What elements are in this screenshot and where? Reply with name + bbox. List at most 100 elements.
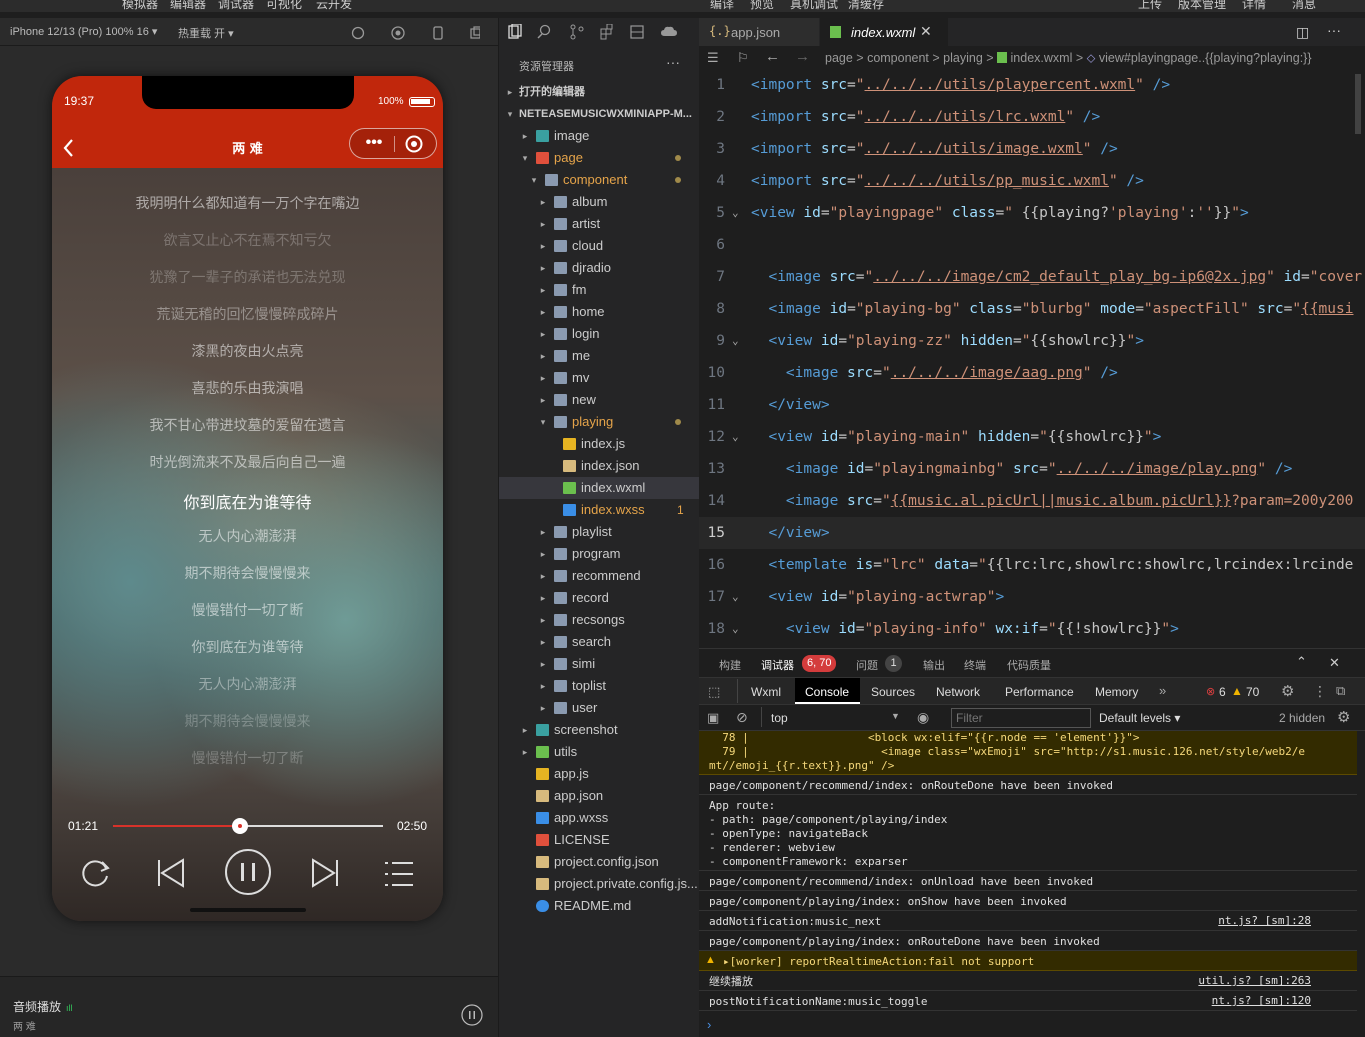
tree-item[interactable]: app.js bbox=[499, 763, 700, 785]
chevron-right-icon[interactable]: ▸ bbox=[538, 257, 548, 279]
refresh-icon[interactable] bbox=[351, 26, 365, 40]
tab-memory[interactable]: Memory bbox=[1095, 685, 1138, 699]
tab-wxml[interactable]: Wxml bbox=[751, 685, 781, 699]
console-entry[interactable]: page/component/recommend/index: onUnload… bbox=[699, 871, 1357, 891]
console-entry[interactable]: page/component/playing/index: onShow hav… bbox=[699, 891, 1357, 911]
source-control-icon[interactable] bbox=[570, 24, 584, 40]
code-line[interactable]: 4 <import src="../../../utils/pp_music.wx… bbox=[699, 165, 1365, 197]
previous-icon[interactable] bbox=[156, 857, 186, 889]
tree-item[interactable]: README.md bbox=[499, 895, 700, 917]
tab-network[interactable]: Network bbox=[936, 685, 980, 699]
fold-chevron-icon[interactable]: ⌄ bbox=[732, 613, 739, 645]
code-line[interactable]: 9 ⌄ <view id="playing-zz" hidden="{{showl… bbox=[699, 325, 1365, 357]
tab-performance[interactable]: Performance bbox=[1005, 685, 1074, 699]
menu-item[interactable]: 可视化 bbox=[266, 0, 302, 12]
close-tab-icon[interactable]: ✕ bbox=[920, 23, 932, 40]
log-levels-select[interactable]: Default levels ▾ bbox=[1099, 711, 1180, 725]
code-line[interactable]: 5 ⌄ <view id="playingpage" class=" {{playi… bbox=[699, 197, 1365, 229]
console-entry[interactable]: 继续播放 util.js? [sm]:263 bbox=[699, 971, 1357, 991]
menu-item[interactable]: 模拟器 bbox=[122, 0, 158, 12]
code-line[interactable]: 17 ⌄ <view id="playing-actwrap"> bbox=[699, 581, 1365, 613]
repeat-icon[interactable] bbox=[78, 856, 112, 890]
explorer-more-icon[interactable]: ··· bbox=[666, 54, 680, 70]
extensions-icon[interactable] bbox=[600, 24, 613, 40]
fold-chevron-icon[interactable]: ⌄ bbox=[732, 581, 739, 613]
files-icon[interactable] bbox=[508, 24, 522, 39]
next-icon[interactable] bbox=[310, 857, 340, 889]
tree-item[interactable]: ▸ recommend bbox=[499, 565, 700, 587]
close-panel-icon[interactable]: ✕ bbox=[1329, 655, 1340, 671]
tree-item[interactable]: ▸ user bbox=[499, 697, 700, 719]
context-select[interactable]: top bbox=[771, 711, 788, 725]
chevron-right-icon[interactable]: ▸ bbox=[538, 521, 548, 543]
code-line[interactable]: 7 <image src="../../../image/cm2_default… bbox=[699, 261, 1365, 293]
tree-item[interactable]: app.wxss bbox=[499, 807, 700, 829]
chevron-right-icon[interactable]: ▸ bbox=[538, 653, 548, 675]
tree-item[interactable]: app.json bbox=[499, 785, 700, 807]
tree-item[interactable]: ▸ new bbox=[499, 389, 700, 411]
code-line[interactable]: 14 <image src="{{music.al.picUrl||music.… bbox=[699, 485, 1365, 517]
chevron-right-icon[interactable]: ▸ bbox=[520, 741, 530, 763]
tab-code-quality[interactable]: 代码质量 bbox=[1007, 657, 1051, 673]
close-miniprogram-icon[interactable] bbox=[404, 134, 424, 154]
chevron-right-icon[interactable]: ▸ bbox=[520, 719, 530, 741]
tree-item[interactable]: ▾ playing bbox=[499, 411, 700, 433]
chevron-right-icon[interactable]: ▸ bbox=[538, 631, 548, 653]
clear-console-icon[interactable]: ⊘ bbox=[736, 709, 748, 726]
tab-output[interactable]: 输出 bbox=[923, 657, 945, 673]
tree-item[interactable]: ▸ screenshot bbox=[499, 719, 700, 741]
console-entry[interactable]: 78 | <block wx:elif="{{r.node == 'elemen… bbox=[699, 731, 1357, 775]
settings-icon[interactable]: ⚙ bbox=[1281, 682, 1294, 700]
tree-item[interactable]: ▸ artist bbox=[499, 213, 700, 235]
tree-item[interactable]: ▸ toplist bbox=[499, 675, 700, 697]
search-icon[interactable] bbox=[537, 24, 551, 39]
breadcrumb-item[interactable]: index.wxml bbox=[1011, 51, 1073, 65]
storage-icon[interactable] bbox=[630, 25, 644, 39]
tab-debugger[interactable]: 调试器 bbox=[761, 657, 794, 673]
code-line[interactable]: 12 ⌄ <view id="playing-main" hidden="{{sh… bbox=[699, 421, 1365, 453]
split-editor-icon[interactable]: ◫ bbox=[1296, 24, 1309, 41]
source-link[interactable]: nt.js? [sm]:28 bbox=[1218, 914, 1311, 927]
tree-item[interactable]: ▾ component bbox=[499, 169, 700, 191]
tree-item[interactable]: ▾ page bbox=[499, 147, 700, 169]
menu-item[interactable]: 版本管理 bbox=[1178, 0, 1226, 12]
chevron-right-icon[interactable]: ▸ bbox=[538, 213, 548, 235]
scrollbar[interactable] bbox=[1355, 74, 1361, 134]
tree-item[interactable]: index.wxss 1 bbox=[499, 499, 700, 521]
tree-item[interactable]: ▸ mv bbox=[499, 367, 700, 389]
fold-chevron-icon[interactable]: ⌄ bbox=[732, 421, 739, 453]
device-selector[interactable]: iPhone 12/13 (Pro) 100% 16 ▾ bbox=[10, 25, 157, 38]
menu-item[interactable]: 调试器 bbox=[218, 0, 254, 12]
chevron-right-icon[interactable]: ▸ bbox=[538, 367, 548, 389]
code-line[interactable]: 1 <import src="../../../utils/playpercent… bbox=[699, 69, 1365, 101]
tree-item[interactable]: ▸ djradio bbox=[499, 257, 700, 279]
breadcrumb-item[interactable]: playing bbox=[943, 51, 983, 65]
chevron-right-icon[interactable]: ▸ bbox=[538, 235, 548, 257]
code-line[interactable]: 11 </view> bbox=[699, 389, 1365, 421]
bookmark-icon[interactable]: ⚐ bbox=[737, 50, 749, 66]
breadcrumb-item[interactable]: view#playingpage..{{playing?playing:}} bbox=[1099, 51, 1312, 65]
console-entry[interactable]: ▲ ▸[worker] reportRealtimeAction:fail not… bbox=[699, 951, 1357, 971]
inspect-icon[interactable]: ⬚ bbox=[708, 684, 720, 700]
tree-item[interactable]: ▸ search bbox=[499, 631, 700, 653]
console-prompt-icon[interactable]: › bbox=[707, 1017, 711, 1032]
chevron-down-icon[interactable]: ▾ bbox=[529, 169, 539, 191]
breadcrumb-item[interactable]: page bbox=[825, 51, 853, 65]
console-entry[interactable]: postNotificationName:music_toggle nt.js? … bbox=[699, 991, 1357, 1011]
chevron-down-icon[interactable]: ▾ bbox=[538, 411, 548, 433]
tab-app-json[interactable]: {.} app.json bbox=[699, 18, 819, 46]
tab-terminal[interactable]: 终端 bbox=[964, 657, 986, 673]
tree-item[interactable]: ▸ home bbox=[499, 301, 700, 323]
chevron-right-icon[interactable]: ▸ bbox=[538, 389, 548, 411]
menu-item[interactable]: 云开发 bbox=[316, 0, 352, 12]
chevron-right-icon[interactable]: ▸ bbox=[520, 125, 530, 147]
tree-item[interactable]: ▸ simi bbox=[499, 653, 700, 675]
phone-icon[interactable] bbox=[433, 26, 443, 40]
tree-item[interactable]: ▸ image bbox=[499, 125, 700, 147]
eye-icon[interactable]: ◉ bbox=[917, 709, 929, 726]
back-nav-icon[interactable]: ← bbox=[765, 48, 780, 65]
warning-count[interactable]: 70 bbox=[1246, 685, 1259, 699]
tree-item[interactable]: index.json bbox=[499, 455, 700, 477]
code-line[interactable]: 3 <import src="../../../utils/image.wxml"… bbox=[699, 133, 1365, 165]
menu-item[interactable]: 详情 bbox=[1242, 0, 1266, 12]
